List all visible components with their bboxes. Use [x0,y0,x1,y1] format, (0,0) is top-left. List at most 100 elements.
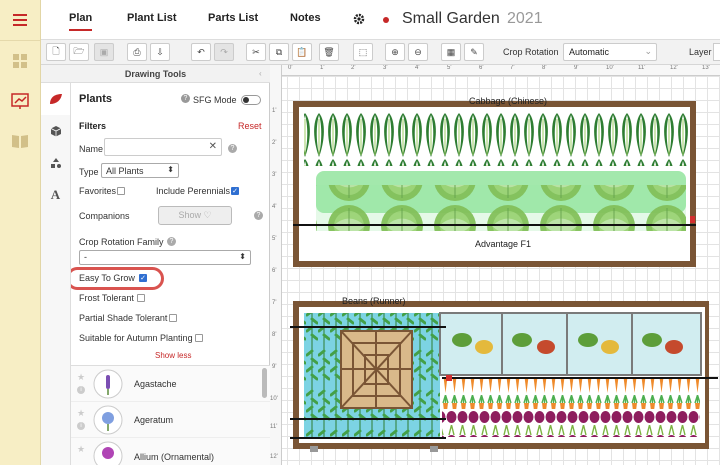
drawing-tools-header: Drawing Tools [41,65,270,83]
crop-rotation-family-select[interactable]: - ⬍ [79,250,251,265]
select-icon: ⬚ [358,46,368,57]
trash-icon: 🗑 [323,46,335,57]
tab-plan[interactable]: Plan [69,12,93,31]
chart-board-icon [11,93,29,109]
plant-name: Agastache [134,379,177,389]
easy-to-grow-checkbox[interactable]: ✓ [139,274,147,282]
tab-plant-list[interactable]: Plant List [127,12,177,24]
rail-dashboard-button[interactable] [0,41,40,81]
redo-icon: ↷ [220,46,228,57]
hamburger-icon [13,14,27,26]
tab-parts-list[interactable]: Parts List [208,12,258,24]
export-button[interactable]: ⇩ [150,43,170,61]
plan-color-dot [383,17,389,23]
crop-family-value: - [84,252,87,262]
list-scrollbar[interactable] [262,368,267,398]
partial-shade-checkbox[interactable] [169,314,177,322]
favorites-label: Favorites [79,186,117,196]
cabbage-bed-label[interactable]: Cabbage (Chinese) [469,96,547,106]
plan-title[interactable]: Small Garden [402,10,500,28]
new-button[interactable]: 🗋 [46,43,66,61]
plant-name: Allium (Ornamental) [134,452,215,462]
favorite-star-icon[interactable]: ★ [77,444,85,455]
app-sidebar [0,0,41,465]
folder-icon: 🗁 [73,46,85,56]
info-icon[interactable]: i [77,386,85,394]
pencil-button[interactable]: ✎ [464,43,484,61]
name-input[interactable]: ✕ [104,138,222,156]
favorite-star-icon[interactable]: ★ [77,408,85,419]
include-perennials-checkbox[interactable]: ✓ [231,187,239,195]
sfg-mode-toggle[interactable] [241,95,261,105]
zoom-in-icon: ⊕ [391,46,399,57]
pencil-icon: ✎ [470,46,478,57]
partial-shade-label: Partial Shade Tolerant [79,313,168,323]
export-icon: ⇩ [156,46,164,57]
crop-rotation-family-label: Crop Rotation Family [79,237,164,247]
collapse-chevron-icon[interactable]: ‹ [259,69,262,78]
tool-tab-objects[interactable] [41,115,70,147]
tool-tabs: A [41,83,71,465]
advantage-label[interactable]: Advantage F1 [472,239,535,249]
plant-list-item[interactable]: ★ i Ageratum [71,402,270,438]
beans-bed-label[interactable]: Beans (Runner) [342,296,406,306]
frost-tolerant-checkbox[interactable] [137,294,145,302]
favorites-checkbox[interactable] [117,187,125,195]
autumn-planting-label: Suitable for Autumn Planting [79,333,193,343]
paste-button[interactable]: 📋 [292,43,312,61]
shapes-icon [50,158,61,168]
chevron-down-icon: ⌄ [644,46,652,56]
plan-year: 2021 [507,10,543,27]
undo-icon: ↶ [197,46,205,57]
top-navigation: Plan Plant List Parts List Notes Small G… [41,0,720,40]
toolbar: 🗋 🗁 ▣ ⎙ ⇩ ↶ ↷ ✂ ⧉ 📋 🗑 ⬚ ⊕ ⊖ ▦ ✎ Crop Rot… [41,40,720,65]
layer-select[interactable] [713,43,720,61]
tool-tab-text[interactable]: A [41,179,70,211]
save-button[interactable]: ▣ [94,43,114,61]
clear-icon[interactable]: ✕ [209,141,217,152]
heart-icon: ♡ [203,210,212,220]
rail-plan-button[interactable] [0,81,40,121]
undo-button[interactable]: ↶ [191,43,211,61]
tab-notes[interactable]: Notes [290,12,321,24]
crop-rotation-value: Automatic [569,47,610,57]
tool-tab-plants[interactable] [41,83,70,115]
menu-button[interactable] [0,0,40,40]
rail-guide-button[interactable] [0,121,40,161]
favorite-star-icon[interactable]: ★ [77,372,85,383]
grid-icon: ▦ [446,46,456,57]
gear-icon[interactable] [353,13,365,25]
paste-icon: 📋 [296,46,308,57]
autumn-planting-checkbox[interactable] [195,334,203,342]
open-button[interactable]: 🗁 [69,43,89,61]
plant-list-item[interactable]: ★ Allium (Ornamental) [71,438,270,465]
reset-link[interactable]: Reset [238,121,262,131]
copy-icon: ⧉ [275,46,283,57]
redo-button[interactable]: ↷ [214,43,234,61]
crop-family-help-icon[interactable]: ? [167,237,176,246]
cut-button[interactable]: ✂ [246,43,266,61]
easy-to-grow-label: Easy To Grow [79,273,135,283]
companions-show-button[interactable]: Show ♡ [158,206,232,225]
tool-tab-shapes[interactable] [41,147,70,179]
select-area-button[interactable]: ⬚ [353,43,373,61]
garden-canvas[interactable]: 0' 1' 2' 3' 4' 5' 6' 7' 8' 9' 10' 11' 12… [270,65,720,465]
zoom-in-button[interactable]: ⊕ [385,43,405,61]
name-help-icon[interactable]: ? [228,144,237,153]
copy-button[interactable]: ⧉ [269,43,289,61]
type-select[interactable]: All Plants ⬍ [101,163,179,178]
delete-button[interactable]: 🗑 [319,43,339,61]
plant-list: ★ i Agastache ★ i Ageratum ★ Allium (Orn… [71,365,270,465]
scissors-icon: ✂ [252,46,260,57]
print-button[interactable]: ⎙ [127,43,147,61]
drawing-tools-panel: Drawing Tools ‹ A Plants SFG Mode ? Filt… [41,65,270,465]
info-icon[interactable]: i [77,422,85,430]
grid-toggle-button[interactable]: ▦ [441,43,461,61]
plant-thumbnail [93,369,123,399]
zoom-out-button[interactable]: ⊖ [408,43,428,61]
help-icon[interactable]: ? [181,94,190,103]
companions-help-icon[interactable]: ? [254,211,263,220]
plant-list-item[interactable]: ★ i Agastache [71,366,270,402]
show-less-link[interactable]: Show less [155,351,191,360]
crop-rotation-select[interactable]: Automatic ⌄ [563,43,657,61]
